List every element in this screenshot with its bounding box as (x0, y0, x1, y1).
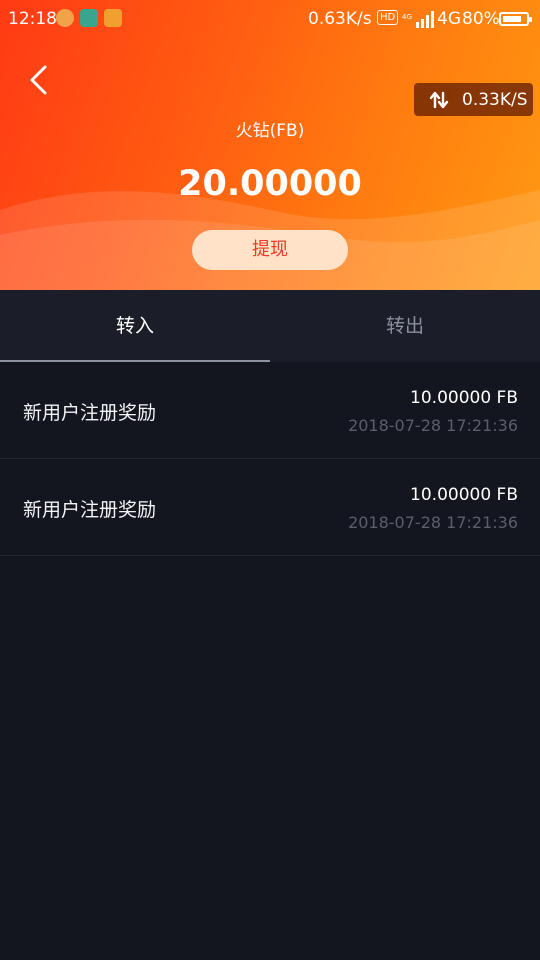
list-item[interactable]: 新用户注册奖励 10.00000 FB 2018-07-28 17:21:36 (0, 459, 540, 556)
transaction-amount: 10.00000 FB (410, 388, 518, 408)
hd-icon: HD (377, 10, 399, 25)
list-item[interactable]: 新用户注册奖励 10.00000 FB 2018-07-28 17:21:36 (0, 362, 540, 459)
notification-scan-icon (80, 9, 98, 27)
transaction-title: 新用户注册奖励 (23, 402, 157, 424)
header-banner: 12:18 0.63K/s HD 4G 4G 80% 0.33K/S 火钻(FB… (0, 0, 540, 290)
transaction-time: 2018-07-28 17:21:36 (348, 416, 518, 435)
notification-app-icon (56, 9, 74, 27)
svg-text:4G: 4G (402, 13, 412, 21)
notification-app-icon (104, 9, 122, 27)
status-time: 12:18 (8, 9, 57, 29)
speed-indicator: 0.33K/S (414, 83, 533, 116)
speed-label: 0.33K/S (462, 89, 528, 110)
tab-transfer-out[interactable]: 转出 (270, 290, 540, 362)
transaction-title: 新用户注册奖励 (23, 499, 157, 521)
back-chevron-icon[interactable] (22, 60, 56, 100)
transaction-list: 新用户注册奖励 10.00000 FB 2018-07-28 17:21:36 … (0, 362, 540, 556)
transaction-amount: 10.00000 FB (410, 485, 518, 505)
transfer-arrows-icon (429, 91, 449, 108)
status-network-type: 4G (437, 9, 461, 29)
battery-fill (503, 16, 521, 22)
tab-transfer-in[interactable]: 转入 (0, 290, 270, 362)
balance-amount: 20.00000 (178, 164, 362, 204)
wallet-screen: 12:18 0.63K/s HD 4G 4G 80% 0.33K/S 火钻(FB… (0, 0, 540, 960)
tab-bar: 转入 转出 (0, 290, 540, 362)
withdraw-button[interactable]: 提现 (192, 230, 348, 270)
status-bar: 12:18 0.63K/s HD 4G 4G 80% (0, 0, 540, 38)
status-battery-percent: 80% (462, 9, 500, 29)
battery-icon (499, 12, 532, 26)
status-network-speed: 0.63K/s (308, 9, 372, 29)
coin-name: 火钻(FB) (235, 121, 305, 141)
transaction-time: 2018-07-28 17:21:36 (348, 513, 518, 532)
signal-icon: 4G (402, 11, 434, 28)
